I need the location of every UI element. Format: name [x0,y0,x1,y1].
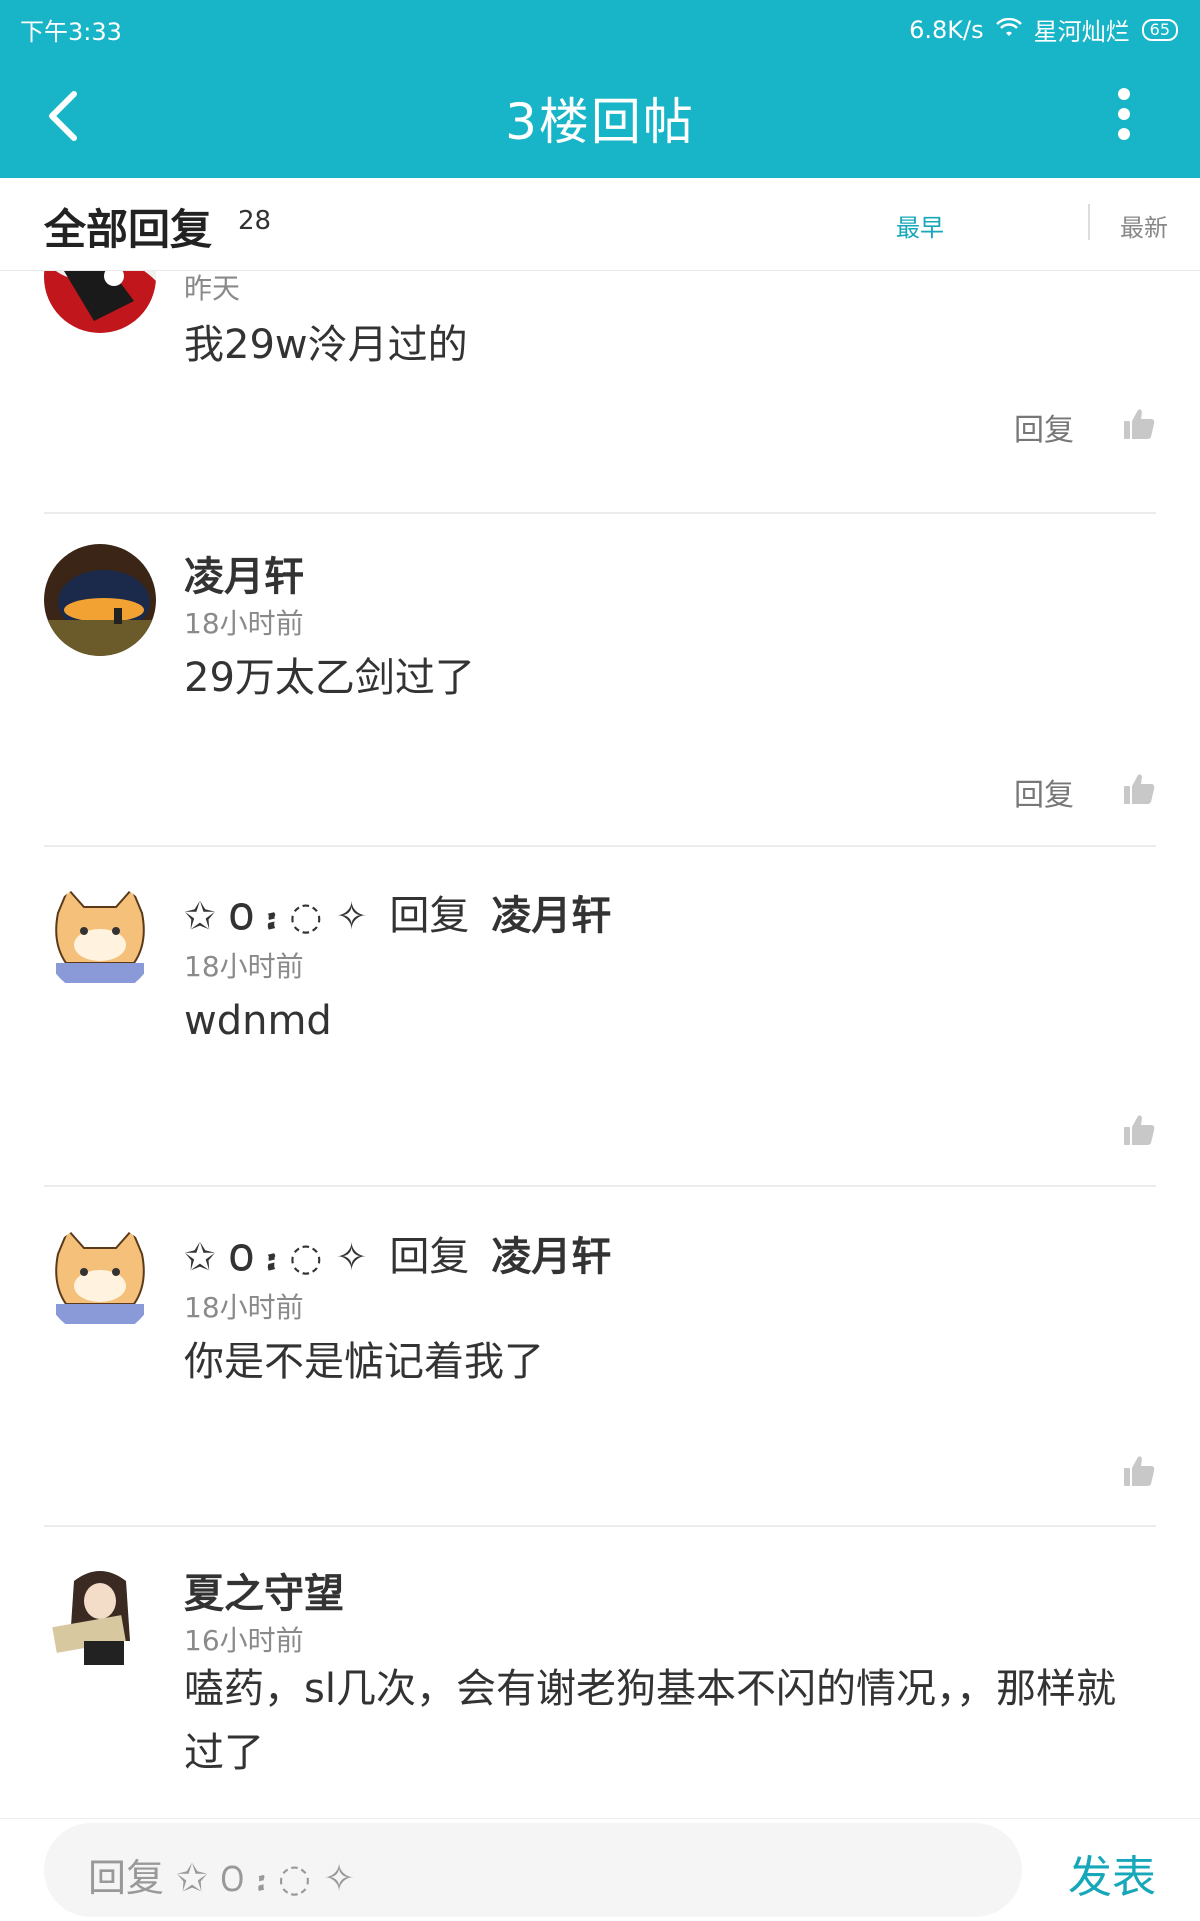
network-name: 星河灿烂 [1033,18,1130,46]
avatar[interactable] [44,1561,156,1673]
reply-button[interactable]: 回复 [1014,770,1074,814]
post-content: 你是不是惦记着我了 [184,1339,544,1385]
reply-input[interactable]: 回复 ✩ ꯰ ᎓ ◌ ✧ [44,1823,1022,1917]
reply-filter-bar: 全部回复 28 最早 最新 [0,178,1200,271]
list-item: 昨天 我29w泠月过的 回复 [44,271,1156,451]
placeholder-decor: ✩ ꯰ ᎓ ◌ ✧ [176,1856,355,1900]
sort-earliest-button[interactable]: 最早 [896,208,944,243]
list-item: ✩ ꯰ ᎓ ◌ ✧ 回复 凌月轩 18小时前 你是不是惦记着我了 [44,1224,1156,1524]
post-time: 18小时前 [184,607,304,640]
battery-indicator: 65 [1141,18,1178,41]
network-speed: 6.8K/s [909,15,984,44]
reply-word: 回复 [389,1234,470,1280]
page-title: 3楼回帖 [505,93,695,151]
sort-newest-button[interactable]: 最新 [1120,208,1168,243]
divider [44,1525,1156,1527]
post-time: 18小时前 [184,1291,304,1324]
status-bar: 下午3:33 6.8K/s 星河灿烂 65 [0,0,1200,52]
post-content: 我29w泠月过的 [184,322,468,368]
reply-button[interactable]: 回复 [1014,405,1074,449]
post-time: 昨天 [184,272,241,305]
post-author[interactable]: 凌月轩 [184,544,304,602]
post-author[interactable]: ✩ ꯰ ᎓ ◌ ✧ 回复 凌月轩 [184,1224,611,1283]
post-author[interactable]: ✩ ꯰ ᎓ ◌ ✧ 回复 凌月轩 [184,883,611,942]
reply-target[interactable]: 凌月轩 [491,1234,611,1280]
divider [44,845,1156,847]
divider [44,512,1156,514]
more-icon[interactable] [1116,88,1132,140]
reply-count: 28 [238,206,272,236]
post-time: 16小时前 [184,1624,304,1657]
thumbs-up-icon[interactable] [1122,407,1156,441]
list-item: 凌月轩 18小时前 29万太乙剑过了 回复 [44,544,1156,844]
thumbs-up-icon[interactable] [1122,772,1156,806]
author-decor-name: ✩ ꯰ ᎓ ◌ ✧ [184,1235,368,1279]
send-button[interactable]: 发表 [1068,1841,1156,1905]
status-time: 下午3:33 [20,18,122,46]
post-author[interactable]: 夏之守望 [184,1561,344,1619]
avatar[interactable] [44,1224,156,1336]
reply-list[interactable]: 昨天 我29w泠月过的 回复 凌月轩 18小时前 29万太乙剑过了 回复 ✩ ꯰… [0,271,1200,1816]
post-time: 18小时前 [184,950,304,983]
app-bar: 3楼回帖 [0,52,1200,178]
list-item: ✩ ꯰ ᎓ ◌ ✧ 回复 凌月轩 18小时前 wdnmd [44,883,1156,1183]
reply-word: 回复 [389,893,470,939]
all-replies-label: 全部回复 [44,205,213,254]
reply-placeholder: 回复 ✩ ꯰ ᎓ ◌ ✧ [88,1847,355,1904]
post-content: 嗑药，sl几次，会有谢老狗基本不闪的情况，，那样就过了 [184,1666,1116,1776]
thumbs-up-icon[interactable] [1122,1454,1156,1488]
avatar[interactable] [44,544,156,656]
reply-composer: 回复 ✩ ꯰ ᎓ ◌ ✧ 发表 [0,1818,1200,1921]
reply-target[interactable]: 凌月轩 [491,893,611,939]
avatar[interactable] [44,883,156,995]
wifi-icon [995,16,1022,44]
thumbs-up-icon[interactable] [1122,1113,1156,1147]
sort-divider [1088,204,1090,240]
post-content: wdnmd [184,998,332,1044]
divider [44,1185,1156,1187]
author-decor-name: ✩ ꯰ ᎓ ◌ ✧ [184,894,368,938]
placeholder-prefix: 回复 [88,1856,165,1900]
status-right: 6.8K/s 星河灿烂 65 [909,12,1178,47]
list-item: 夏之守望 16小时前 嗑药，sl几次，会有谢老狗基本不闪的情况，，那样就过了 [44,1561,1156,1816]
avatar[interactable] [44,271,156,333]
post-content: 29万太乙剑过了 [184,655,475,701]
